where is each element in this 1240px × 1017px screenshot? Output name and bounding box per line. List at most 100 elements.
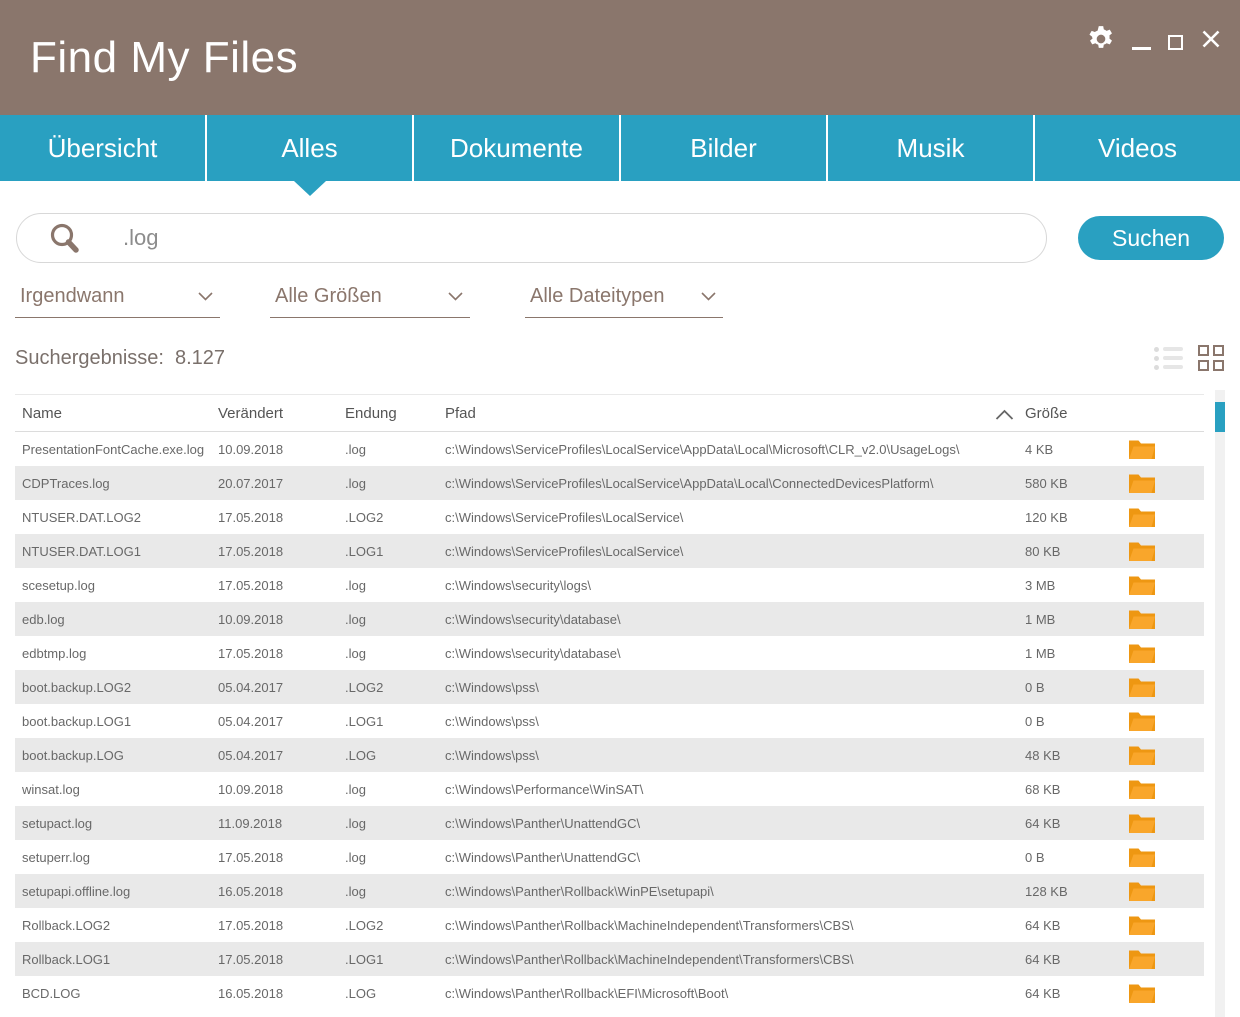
- open-folder-button[interactable]: [1128, 914, 1204, 937]
- table-row[interactable]: winsat.log10.09.2018.logc:\Windows\Perfo…: [15, 772, 1204, 806]
- table-row[interactable]: boot.backup.LOG05.04.2017.LOGc:\Windows\…: [15, 738, 1204, 772]
- open-folder-button[interactable]: [1128, 506, 1204, 529]
- open-folder-button[interactable]: [1128, 676, 1204, 699]
- search-icon: [47, 221, 85, 264]
- filter-dropdown-size[interactable]: Alle Größen: [270, 285, 470, 318]
- table-row[interactable]: setuperr.log17.05.2018.logc:\Windows\Pan…: [15, 840, 1204, 874]
- file-modified: 11.09.2018: [218, 816, 345, 831]
- column-header-modified[interactable]: Verändert: [218, 405, 345, 422]
- results-table: Name Verändert Endung Pfad Größe Present…: [15, 394, 1204, 1010]
- filter-label: Alle Größen: [275, 285, 382, 308]
- column-header-path[interactable]: Pfad: [445, 405, 1025, 422]
- open-folder-button[interactable]: [1128, 438, 1204, 461]
- open-folder-button[interactable]: [1128, 812, 1204, 835]
- file-size: 68 KB: [1025, 782, 1128, 797]
- table-row[interactable]: scesetup.log17.05.2018.logc:\Windows\sec…: [15, 568, 1204, 602]
- search-input[interactable]: [121, 224, 971, 252]
- open-folder-button[interactable]: [1128, 710, 1204, 733]
- file-name: NTUSER.DAT.LOG1: [22, 544, 218, 559]
- open-folder-button[interactable]: [1128, 778, 1204, 801]
- maximize-button[interactable]: [1168, 24, 1183, 56]
- file-size: 80 KB: [1025, 544, 1128, 559]
- tab-dokumente[interactable]: Dokumente: [414, 115, 621, 181]
- table-row[interactable]: PresentationFontCache.exe.log10.09.2018.…: [15, 432, 1204, 466]
- file-path: c:\Windows\security\database\: [445, 646, 1025, 661]
- table-row[interactable]: CDPTraces.log20.07.2017.logc:\Windows\Se…: [15, 466, 1204, 500]
- table-row[interactable]: NTUSER.DAT.LOG217.05.2018.LOG2c:\Windows…: [15, 500, 1204, 534]
- tab-videos[interactable]: Videos: [1035, 115, 1240, 181]
- file-size: 1 MB: [1025, 646, 1128, 661]
- file-extension: .LOG: [345, 986, 445, 1001]
- filter-dropdown-date[interactable]: Irgendwann: [15, 285, 220, 318]
- tab-musik[interactable]: Musik: [828, 115, 1035, 181]
- column-header-size[interactable]: Größe: [1025, 405, 1128, 422]
- tab-bar: ÜbersichtAllesDokumenteBilderMusikVideos: [0, 115, 1240, 181]
- open-folder-button[interactable]: [1128, 574, 1204, 597]
- table-row[interactable]: BCD.LOG16.05.2018.LOGc:\Windows\Panther\…: [15, 976, 1204, 1010]
- list-view-icon: [1154, 347, 1183, 370]
- file-name: setuperr.log: [22, 850, 218, 865]
- open-folder-button[interactable]: [1128, 846, 1204, 869]
- tab-alles[interactable]: Alles: [207, 115, 414, 181]
- file-path: c:\Windows\security\database\: [445, 612, 1025, 627]
- open-folder-button[interactable]: [1128, 948, 1204, 971]
- scrollbar-track[interactable]: [1215, 390, 1225, 1017]
- scrollbar-thumb[interactable]: [1215, 402, 1225, 432]
- file-extension: .log: [345, 442, 445, 457]
- folder-icon: [1128, 438, 1156, 461]
- close-button[interactable]: [1200, 24, 1222, 56]
- filter-row: Irgendwann Alle Größen Alle Dateitypen: [15, 285, 1224, 318]
- file-modified: 05.04.2017: [218, 714, 345, 729]
- tab-uebersicht[interactable]: Übersicht: [0, 115, 207, 181]
- file-modified: 17.05.2018: [218, 544, 345, 559]
- open-folder-button[interactable]: [1128, 982, 1204, 1005]
- file-extension: .LOG2: [345, 918, 445, 933]
- column-header-extension[interactable]: Endung: [345, 405, 445, 422]
- file-modified: 17.05.2018: [218, 918, 345, 933]
- minimize-button[interactable]: [1132, 24, 1151, 56]
- folder-icon: [1128, 608, 1156, 631]
- search-box[interactable]: [16, 213, 1047, 263]
- table-row[interactable]: setupact.log11.09.2018.logc:\Windows\Pan…: [15, 806, 1204, 840]
- file-size: 580 KB: [1025, 476, 1128, 491]
- chevron-down-icon: [700, 291, 717, 302]
- table-row[interactable]: boot.backup.LOG205.04.2017.LOG2c:\Window…: [15, 670, 1204, 704]
- grid-view-button[interactable]: [1198, 345, 1224, 371]
- chevron-down-icon: [447, 291, 464, 302]
- table-row[interactable]: Rollback.LOG217.05.2018.LOG2c:\Windows\P…: [15, 908, 1204, 942]
- tab-bilder[interactable]: Bilder: [621, 115, 828, 181]
- file-extension: .LOG: [345, 748, 445, 763]
- table-row[interactable]: NTUSER.DAT.LOG117.05.2018.LOG1c:\Windows…: [15, 534, 1204, 568]
- sort-ascending-icon: [994, 408, 1015, 425]
- open-folder-button[interactable]: [1128, 880, 1204, 903]
- folder-icon: [1128, 812, 1156, 835]
- table-row[interactable]: edb.log10.09.2018.logc:\Windows\security…: [15, 602, 1204, 636]
- open-folder-button[interactable]: [1128, 608, 1204, 631]
- file-extension: .LOG2: [345, 680, 445, 695]
- filter-label: Irgendwann: [20, 285, 125, 308]
- file-path: c:\Windows\Panther\Rollback\WinPE\setupa…: [445, 884, 1025, 899]
- table-row[interactable]: edbtmp.log17.05.2018.logc:\Windows\secur…: [15, 636, 1204, 670]
- list-view-button[interactable]: [1154, 347, 1183, 370]
- titlebar: Find My Files: [0, 0, 1240, 115]
- file-extension: .log: [345, 884, 445, 899]
- open-folder-button[interactable]: [1128, 642, 1204, 665]
- open-folder-button[interactable]: [1128, 472, 1204, 495]
- settings-button[interactable]: [1087, 24, 1115, 56]
- file-extension: .log: [345, 612, 445, 627]
- table-row[interactable]: Rollback.LOG117.05.2018.LOG1c:\Windows\P…: [15, 942, 1204, 976]
- table-row[interactable]: setupapi.offline.log16.05.2018.logc:\Win…: [15, 874, 1204, 908]
- filter-dropdown-type[interactable]: Alle Dateitypen: [525, 285, 723, 318]
- file-name: PresentationFontCache.exe.log: [22, 442, 218, 457]
- open-folder-button[interactable]: [1128, 540, 1204, 563]
- table-row[interactable]: boot.backup.LOG105.04.2017.LOG1c:\Window…: [15, 704, 1204, 738]
- file-size: 64 KB: [1025, 952, 1128, 967]
- search-submit-button[interactable]: Suchen: [1078, 216, 1224, 260]
- file-modified: 17.05.2018: [218, 510, 345, 525]
- file-extension: .LOG1: [345, 952, 445, 967]
- file-name: boot.backup.LOG1: [22, 714, 218, 729]
- folder-icon: [1128, 914, 1156, 937]
- column-header-name[interactable]: Name: [22, 405, 218, 422]
- open-folder-button[interactable]: [1128, 744, 1204, 767]
- gear-icon: [1087, 25, 1115, 56]
